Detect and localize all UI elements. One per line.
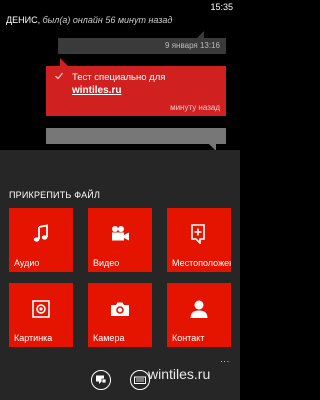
more-menu-button[interactable]: ... (220, 355, 230, 364)
tile-contact[interactable]: Контакт (167, 283, 231, 347)
draft-bubble[interactable] (46, 128, 226, 151)
check-icon (55, 72, 63, 80)
bubble-tail (197, 31, 204, 38)
smiley-button[interactable] (91, 370, 111, 390)
tile-video[interactable]: Видео (88, 208, 152, 272)
attach-panel: ПРИКРЕПИТЬ ФАЙЛ Аудио Видео Местоположен… (0, 150, 240, 400)
tile-label: Видео (93, 258, 120, 268)
status-time: 15:35 (210, 2, 233, 12)
tile-audio[interactable]: Аудио (9, 208, 73, 272)
keyboard-button[interactable] (130, 370, 150, 390)
timestamp: 9 января 13:16 (165, 41, 220, 50)
keyboard-icon (134, 376, 146, 384)
watermark: wintiles.ru (148, 366, 211, 382)
tile-label: Камера (93, 333, 125, 343)
tile-location[interactable]: Местоположение (167, 208, 231, 272)
tile-label: Аудио (14, 258, 40, 268)
status-bar: 15:35 (0, 0, 240, 16)
tile-picture[interactable]: Картинка (9, 283, 73, 347)
message-bubble[interactable]: Тест специально для wintiles.ru минуту н… (46, 58, 226, 116)
camera-icon (111, 302, 129, 316)
message-time: минуту назад (170, 103, 220, 112)
message-link[interactable]: wintiles.ru (72, 85, 121, 96)
contact-name: ДЕНИС, (6, 15, 41, 25)
tile-label: Контакт (172, 333, 205, 343)
smiley-icon (96, 375, 107, 384)
picture-icon (32, 300, 50, 318)
message-text: Тест специально для (72, 72, 166, 83)
contact-header[interactable]: ДЕНИС, был(а) онлайн 56 минут назад (6, 15, 238, 25)
tile-camera[interactable]: Камера (88, 283, 152, 347)
tile-label: Картинка (14, 333, 53, 343)
location-icon (191, 224, 205, 244)
tile-label: Местоположение (172, 258, 231, 268)
music-note-icon (33, 224, 48, 242)
video-camera-icon (112, 226, 129, 241)
person-icon (190, 300, 208, 318)
contact-status: был(а) онлайн 56 минут назад (40, 15, 173, 25)
attach-title: ПРИКРЕПИТЬ ФАЙЛ (9, 190, 101, 200)
timestamp-bubble: 9 января 13:16 (58, 31, 226, 54)
bubble-tail (60, 58, 68, 66)
